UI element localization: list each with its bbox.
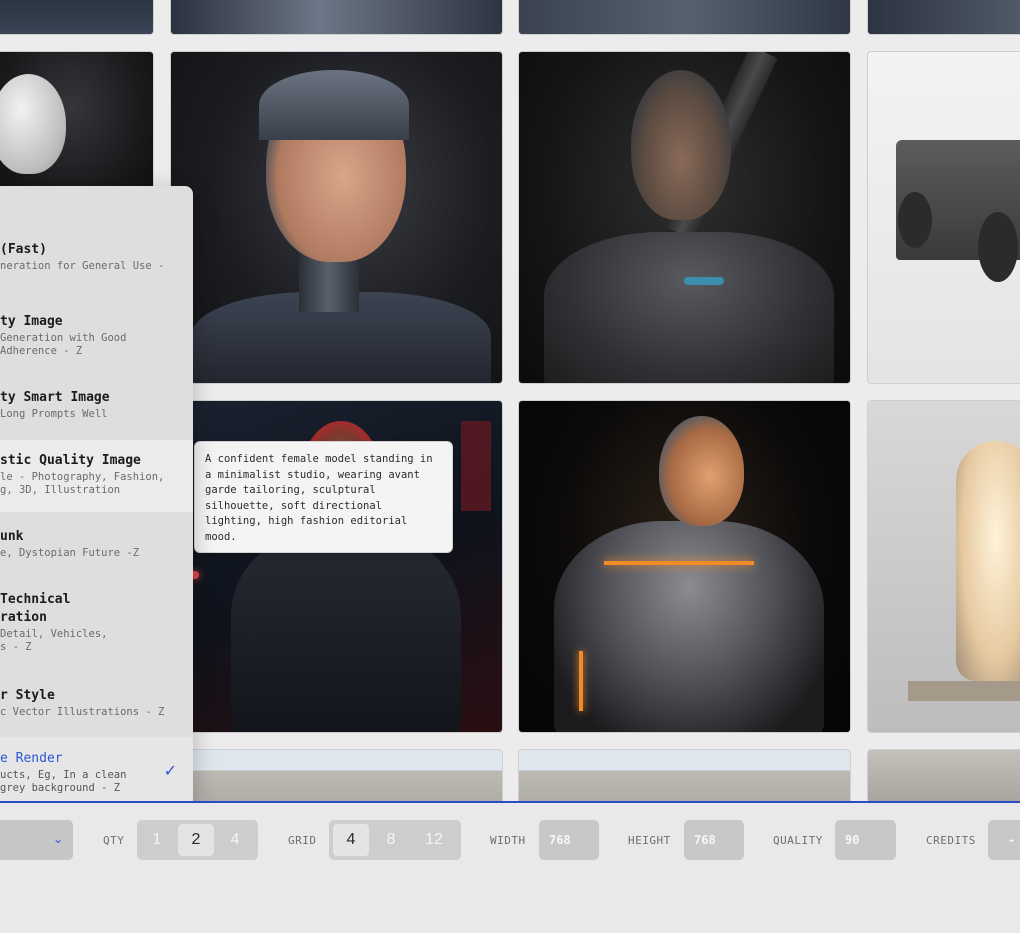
quality-input[interactable]: 90 — [835, 820, 896, 860]
tile-armored-cyborg[interactable] — [518, 51, 851, 384]
model-option-realistic-quality-image[interactable]: stic Quality Image le - Photography, Fas… — [0, 440, 193, 512]
qty-label: QTY — [103, 834, 125, 847]
tile-cyborg-top-4[interactable] — [867, 0, 1020, 35]
height-input[interactable]: 768 — [684, 820, 744, 860]
model-option-product-render[interactable]: e Render ucts, Eg, In a clean grey backg… — [0, 737, 193, 808]
qty-option-4[interactable]: 4 — [217, 824, 253, 856]
tile-cyborg-top-3[interactable] — [518, 0, 851, 35]
width-label: WIDTH — [490, 834, 526, 847]
model-option-quality-image[interactable]: ty Image Generation with Good Adherence … — [0, 314, 193, 358]
prompt-tooltip: A confident female model standing in a m… — [194, 441, 453, 553]
model-option-fast[interactable]: (Fast) neration for General Use - — [0, 242, 193, 273]
model-option-quality-smart-image[interactable]: ty Smart Image Long Prompts Well — [0, 390, 193, 421]
tile-concrete-3[interactable] — [867, 749, 1020, 802]
model-option-vector-style[interactable]: r Style c Vector Illustrations - Z — [0, 688, 193, 719]
credits-value: - — [988, 820, 1020, 860]
grid-option-8[interactable]: 8 — [373, 824, 409, 856]
qty-selector: 1 2 4 — [137, 820, 258, 860]
credits-label: CREDITS — [926, 834, 976, 847]
width-input[interactable]: 768 — [539, 820, 599, 860]
quality-label: QUALITY — [773, 834, 823, 847]
tile-concrete-1[interactable] — [170, 749, 503, 802]
tile-cyborg-partial-top-left[interactable] — [0, 0, 154, 35]
tile-cyborg-man[interactable] — [170, 51, 503, 384]
qty-option-1[interactable]: 1 — [139, 824, 175, 856]
model-option-cyberpunk[interactable]: unk e, Dystopian Future -Z — [0, 529, 193, 560]
grid-option-4[interactable]: 4 — [333, 824, 369, 856]
grid-label: GRID — [288, 834, 317, 847]
checkmark-icon: ✓ — [163, 763, 177, 780]
chevron-down-icon: ⌄ — [52, 832, 63, 846]
tile-concrete-2[interactable] — [518, 749, 851, 802]
grid-selector: 4 8 12 — [329, 820, 461, 860]
tile-glowing-android[interactable] — [518, 400, 851, 733]
grid-option-12[interactable]: 12 — [416, 824, 452, 856]
qty-option-2[interactable]: 2 — [178, 824, 214, 856]
prompt-tooltip-text: A confident female model standing in a m… — [205, 453, 433, 543]
tile-armored-truck[interactable] — [867, 51, 1020, 384]
model-select[interactable]: ⌄ — [0, 820, 73, 860]
model-option-technical-illustration[interactable]: Technical ration Detail, Vehicles, s - Z — [0, 592, 193, 654]
model-dropdown-menu: (Fast) neration for General Use - ty Ima… — [0, 186, 193, 808]
height-label: HEIGHT — [628, 834, 671, 847]
tile-capsule-pod[interactable] — [867, 400, 1020, 733]
tile-cyborg-top-2[interactable] — [170, 0, 503, 35]
